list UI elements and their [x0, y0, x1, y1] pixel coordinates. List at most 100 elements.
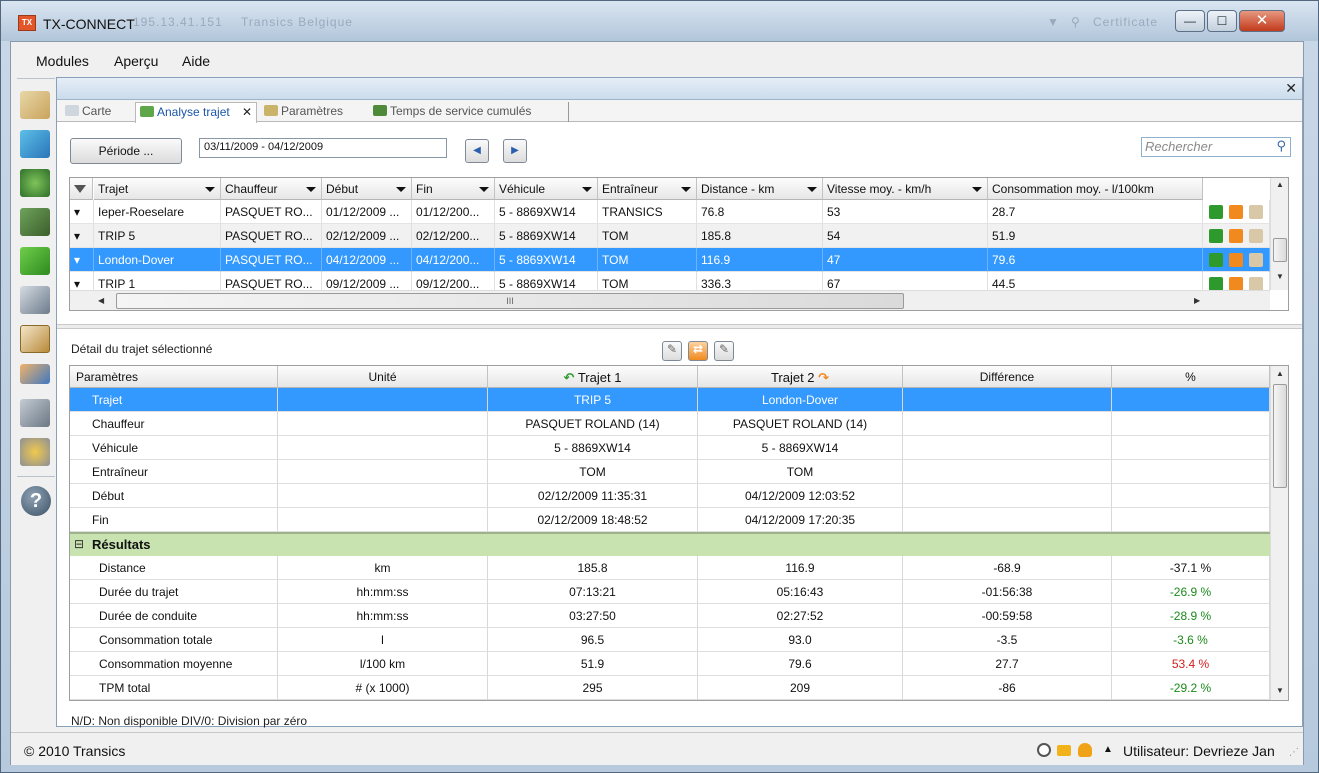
module-sidebar: ? — [11, 76, 57, 726]
swap-trips-button[interactable]: ⇄ — [688, 341, 708, 361]
trip-cell: 76.8 — [697, 200, 823, 224]
tab-temps-service[interactable]: Temps de service cumulés — [369, 102, 569, 122]
search-input[interactable]: Rechercher ⚲ — [1141, 137, 1291, 157]
previous-period-button[interactable]: ◀ — [465, 139, 489, 163]
mail-icon[interactable] — [1057, 745, 1071, 756]
settings-gear-icon[interactable] — [20, 438, 50, 466]
mailbox-module-icon[interactable] — [20, 399, 50, 427]
period-input[interactable]: 03/11/2009 - 04/12/2009 — [199, 138, 447, 158]
trip-cell: 02/12/200... — [412, 224, 495, 248]
detail-cell — [903, 436, 1112, 460]
scroll-left-arrow-icon[interactable]: ◀ — [98, 296, 104, 305]
trip-column-header[interactable]: Véhicule — [495, 178, 598, 200]
map-view-icon[interactable] — [1249, 205, 1263, 219]
set-trajet1-icon[interactable] — [1209, 205, 1223, 219]
filter-column-header[interactable] — [70, 178, 93, 200]
map-module-icon[interactable] — [20, 91, 50, 119]
title-dropdown-arrow-icon[interactable]: ▼ — [1047, 15, 1060, 29]
row-marker-icon[interactable]: ▾ — [70, 224, 94, 248]
tab-carte[interactable]: Carte — [61, 102, 133, 122]
card-module-icon[interactable] — [20, 130, 50, 158]
detail-scroll-down-icon[interactable]: ▼ — [1276, 686, 1284, 695]
set-trajet1-icon[interactable] — [1209, 277, 1223, 291]
sidebar-grip — [17, 78, 55, 79]
set-trajet2-icon[interactable] — [1229, 229, 1243, 243]
map-view-icon[interactable] — [1249, 229, 1263, 243]
maximize-button[interactable]: ☐ — [1207, 10, 1237, 32]
set-trajet1-icon[interactable] — [1209, 229, 1223, 243]
trips-horizontal-scrollbar[interactable]: ◀ III ▶ — [70, 290, 1270, 310]
title-bar[interactable]: TX TX-CONNECT 195.13.41.151 Transics Bel… — [1, 1, 1318, 41]
resultats-group-label: Résultats — [92, 537, 151, 552]
transfer-module-icon[interactable] — [20, 364, 50, 384]
next-period-button[interactable]: ▶ — [503, 139, 527, 163]
row-marker-icon[interactable]: ▾ — [70, 248, 94, 272]
row-marker-icon[interactable]: ▾ — [70, 200, 94, 224]
trip-column-header[interactable]: Consommation moy. - l/100km — [988, 178, 1203, 200]
collapse-toggle-icon[interactable]: ⊟ — [74, 537, 84, 551]
periode-button[interactable]: Période ... — [70, 138, 182, 164]
menu-aide[interactable]: Aide — [182, 53, 210, 69]
alarm-bell-icon[interactable] — [1078, 743, 1092, 757]
trip-column-header[interactable]: Trajet — [94, 178, 221, 200]
tab-parametres[interactable]: Paramètres — [260, 102, 365, 122]
column-dropdown-icon[interactable] — [205, 187, 215, 192]
column-dropdown-icon[interactable] — [306, 187, 316, 192]
search-icon[interactable]: ⚲ — [1276, 138, 1286, 154]
detail-scroll-up-icon[interactable]: ▲ — [1276, 369, 1284, 378]
trip-column-header[interactable]: Vitesse moy. - km/h — [823, 178, 988, 200]
clock-icon[interactable] — [1037, 743, 1051, 757]
scroll-right-arrow-icon[interactable]: ▶ — [1194, 296, 1200, 305]
scroll-down-arrow-icon[interactable]: ▼ — [1276, 272, 1284, 281]
detail-vertical-scrollbar[interactable]: ▲ ▼ — [1270, 366, 1288, 700]
app-window: TX TX-CONNECT 195.13.41.151 Transics Bel… — [0, 0, 1319, 773]
detail-scroll-thumb[interactable] — [1273, 384, 1287, 488]
set-trajet2-icon[interactable] — [1229, 253, 1243, 267]
col-unite: Unité — [278, 366, 488, 388]
trip-cell: 02/12/2009 ... — [322, 224, 412, 248]
report-chart-icon[interactable] — [20, 325, 50, 353]
certificate-icon[interactable]: ⚲ — [1071, 15, 1081, 29]
menu-apercu[interactable]: Aperçu — [114, 53, 158, 69]
trips-hscroll-thumb[interactable]: III — [116, 293, 904, 309]
board-computer-icon[interactable] — [20, 208, 50, 236]
trip-column-header[interactable]: Entraîneur — [598, 178, 697, 200]
panel-close-button[interactable]: ✕ — [1285, 80, 1297, 97]
certificate-label[interactable]: Certificate — [1093, 15, 1158, 29]
resultats-group-row[interactable]: ⊟ Résultats — [70, 532, 1270, 556]
close-window-button[interactable]: ✕ — [1239, 10, 1285, 32]
tab-analyse-trajet[interactable]: Analyse trajet ✕ — [135, 102, 257, 123]
column-dropdown-icon[interactable] — [681, 187, 691, 192]
scanner-module-icon[interactable] — [20, 286, 50, 314]
column-dropdown-icon[interactable] — [396, 187, 406, 192]
trips-scroll-thumb[interactable] — [1273, 238, 1287, 262]
column-dropdown-icon[interactable] — [807, 187, 817, 192]
trip-column-header[interactable]: Chauffeur — [221, 178, 322, 200]
column-dropdown-icon[interactable] — [479, 187, 489, 192]
clear-trip2-button[interactable]: ✎ — [714, 341, 734, 361]
trip-column-header[interactable]: Distance - km — [697, 178, 823, 200]
trips-vertical-scrollbar[interactable]: ▲ ▼ — [1270, 178, 1288, 290]
expand-up-icon[interactable]: ▲ — [1103, 744, 1113, 755]
menu-modules[interactable]: Modules — [36, 53, 89, 69]
scroll-up-arrow-icon[interactable]: ▲ — [1276, 180, 1284, 189]
set-trajet2-icon[interactable] — [1229, 277, 1243, 291]
truck-module-icon[interactable] — [20, 247, 50, 275]
detail-cell — [903, 484, 1112, 508]
driver-module-icon[interactable] — [20, 169, 50, 197]
set-trajet2-icon[interactable] — [1229, 205, 1243, 219]
trip-column-header[interactable]: Fin — [412, 178, 495, 200]
resize-grip-icon[interactable]: ⋰ — [1289, 747, 1299, 758]
column-dropdown-icon[interactable] — [582, 187, 592, 192]
column-dropdown-icon[interactable] — [972, 187, 982, 192]
splitter-bar[interactable] — [57, 324, 1302, 329]
set-trajet1-icon[interactable] — [1209, 253, 1223, 267]
map-view-icon[interactable] — [1249, 253, 1263, 267]
clear-trip1-button[interactable]: ✎ — [662, 341, 682, 361]
help-icon[interactable]: ? — [21, 486, 51, 516]
minimize-button[interactable]: — — [1175, 10, 1205, 32]
map-view-icon[interactable] — [1249, 277, 1263, 291]
detail-cell: 53.4 % — [1112, 652, 1270, 676]
tab-close-icon[interactable]: ✕ — [242, 103, 252, 121]
trip-column-header[interactable]: Début — [322, 178, 412, 200]
